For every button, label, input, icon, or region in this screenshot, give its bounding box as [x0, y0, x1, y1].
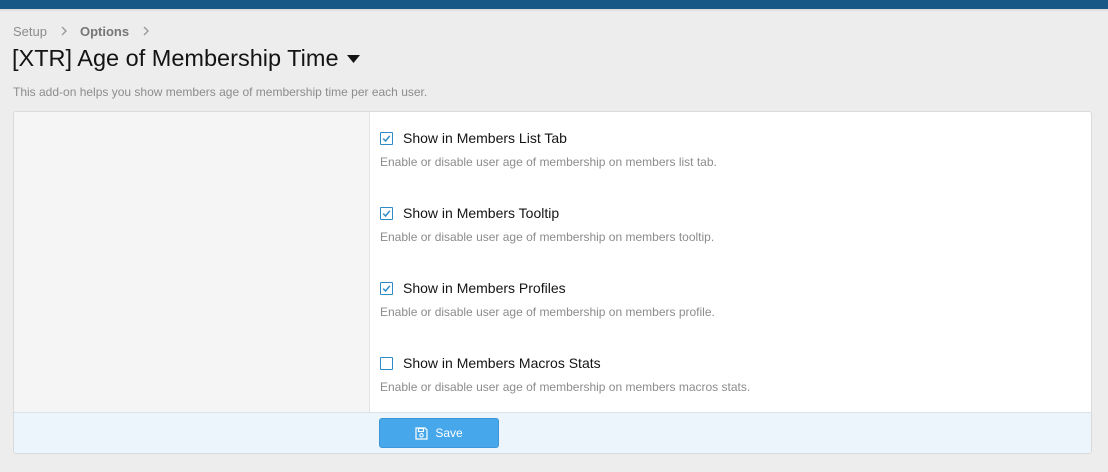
header-shadow	[0, 9, 1108, 12]
save-button[interactable]: Save	[379, 418, 499, 448]
option-label: Show in Members Macros Stats	[403, 355, 601, 371]
options-panel: Show in Members List Tab Enable or disab…	[13, 111, 1092, 454]
option-members-macros-stats: Show in Members Macros Stats Enable or d…	[380, 353, 1080, 394]
breadcrumb: Setup Options	[13, 22, 162, 40]
top-header-bar	[0, 0, 1108, 9]
option-label: Show in Members List Tab	[403, 130, 567, 146]
option-row[interactable]: Show in Members Profiles	[380, 278, 1080, 298]
check-icon	[382, 209, 391, 217]
options-panel-sidebar	[14, 112, 370, 412]
page-description: This add-on helps you show members age o…	[13, 85, 428, 99]
option-label: Show in Members Profiles	[403, 280, 566, 296]
page-title-row: [XTR] Age of Membership Time	[12, 45, 361, 72]
option-row[interactable]: Show in Members Tooltip	[380, 203, 1080, 223]
option-members-profiles: Show in Members Profiles Enable or disab…	[380, 278, 1080, 319]
option-hint: Enable or disable user age of membership…	[380, 155, 717, 169]
option-label: Show in Members Tooltip	[403, 205, 560, 221]
chevron-right-icon	[141, 22, 151, 40]
page-title: [XTR] Age of Membership Time	[12, 45, 339, 71]
check-icon	[382, 134, 391, 142]
option-hint: Enable or disable user age of membership…	[380, 380, 751, 394]
form-footer: Save	[14, 412, 1091, 453]
caret-down-icon[interactable]	[346, 53, 361, 65]
checkbox-members-list-tab[interactable]	[380, 131, 393, 145]
option-row[interactable]: Show in Members List Tab	[380, 128, 1080, 148]
breadcrumb-options[interactable]: Options	[80, 24, 129, 39]
option-members-list-tab: Show in Members List Tab Enable or disab…	[380, 128, 1080, 169]
check-icon	[382, 284, 391, 292]
option-hint: Enable or disable user age of membership…	[380, 305, 715, 319]
chevron-right-icon	[59, 22, 69, 40]
breadcrumb-setup[interactable]: Setup	[13, 24, 47, 39]
save-label: Save	[435, 426, 463, 440]
option-members-tooltip: Show in Members Tooltip Enable or disabl…	[380, 203, 1080, 244]
option-hint: Enable or disable user age of membership…	[380, 230, 715, 244]
save-icon	[415, 426, 428, 440]
checkbox-members-profiles[interactable]	[380, 281, 393, 295]
checkbox-members-tooltip[interactable]	[380, 206, 393, 220]
option-row[interactable]: Show in Members Macros Stats	[380, 353, 1080, 373]
checkbox-members-macros-stats[interactable]	[380, 356, 393, 370]
